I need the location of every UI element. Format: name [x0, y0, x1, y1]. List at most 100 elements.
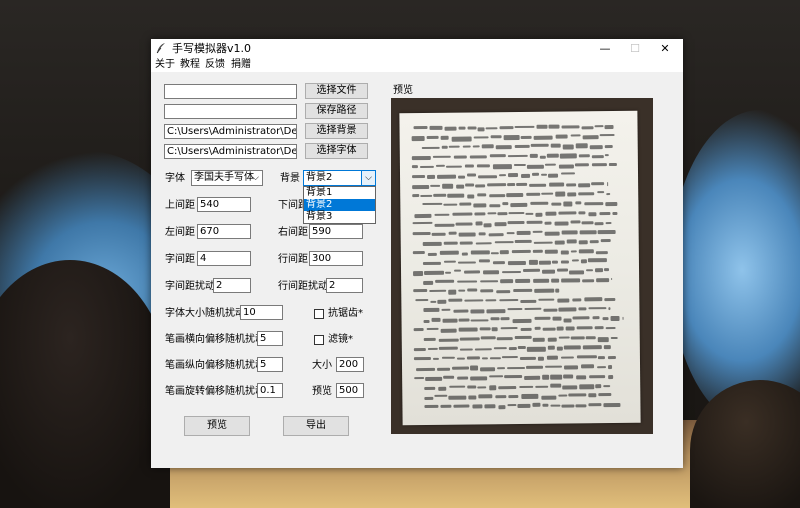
handwriting-stroke	[434, 223, 455, 227]
handwriting-stroke	[561, 172, 575, 175]
menu-about[interactable]: 关于	[155, 58, 175, 72]
select-file-button[interactable]: 选择文件	[305, 83, 368, 99]
handwriting-stroke	[561, 230, 578, 235]
select-background-button[interactable]: 选择背景	[305, 123, 368, 139]
char-jitter-input[interactable]: 2	[213, 278, 251, 293]
size-input[interactable]: 200	[336, 357, 364, 372]
handwriting-stroke	[448, 395, 466, 400]
text-file-input[interactable]	[164, 84, 297, 99]
h-offset-input[interactable]: 5	[257, 331, 283, 346]
handwriting-stroke	[606, 192, 611, 195]
background-option-3[interactable]: 背景3	[304, 211, 375, 223]
handwriting-stroke	[605, 326, 616, 330]
handwriting-stroke	[423, 281, 433, 286]
handwriting-stroke	[592, 316, 600, 319]
char-spacing-input[interactable]: 4	[197, 251, 251, 266]
handwriting-stroke	[559, 153, 577, 159]
handwriting-stroke	[561, 125, 580, 129]
antialias-checkbox[interactable]	[314, 309, 324, 319]
handwriting-stroke	[520, 328, 532, 332]
background-path-input[interactable]: C:\Users\Administrator\Desktop\手	[164, 124, 297, 139]
filter-checkbox[interactable]	[314, 335, 324, 345]
font-path-input[interactable]: C:\Users\Administrator\Desktop\手	[164, 144, 297, 159]
handwriting-stroke	[495, 144, 513, 150]
handwriting-stroke	[413, 126, 428, 129]
handwriting-stroke	[544, 365, 562, 368]
handwriting-stroke	[433, 193, 447, 198]
handwriting-stroke	[468, 395, 477, 400]
background-option-1[interactable]: 背景1	[304, 187, 375, 199]
menu-feedback[interactable]: 反馈	[205, 58, 225, 72]
handwriting-stroke	[591, 154, 604, 159]
top-margin-input[interactable]: 540	[197, 197, 251, 212]
handwriting-stroke	[427, 252, 438, 256]
handwriting-stroke	[596, 277, 610, 283]
size-jitter-input[interactable]: 10	[240, 305, 283, 320]
handwriting-stroke	[443, 203, 458, 207]
menu-bar: 关于 教程 反馈 捐赠	[151, 58, 683, 72]
handwriting-stroke	[526, 220, 543, 224]
handwriting-stroke	[608, 162, 617, 166]
handwriting-stroke	[434, 394, 448, 398]
line-jitter-input[interactable]: 2	[326, 278, 363, 293]
handwriting-stroke	[479, 280, 499, 283]
font-select[interactable]: 李国夫手写体 ⌵	[191, 170, 263, 186]
handwriting-stroke	[531, 172, 539, 177]
preview-button[interactable]: 预览	[184, 416, 250, 436]
handwriting-stroke	[554, 240, 565, 245]
right-margin-input[interactable]: 590	[309, 224, 363, 239]
handwriting-stroke	[558, 336, 570, 339]
save-path-input[interactable]	[164, 104, 297, 119]
background-option-2[interactable]: 背景2	[304, 199, 375, 211]
handwriting-stroke	[467, 356, 481, 360]
handwriting-stroke	[612, 211, 618, 215]
preview-image	[391, 98, 653, 434]
rotation-input[interactable]: 0.1	[257, 383, 283, 398]
handwriting-stroke	[578, 240, 588, 245]
select-font-button[interactable]: 选择字体	[305, 143, 368, 159]
handwriting-stroke	[478, 259, 490, 263]
handwriting-stroke	[479, 289, 494, 293]
close-button[interactable]: ✕	[650, 39, 680, 58]
handwriting-stroke	[499, 279, 514, 284]
handwriting-stroke	[556, 326, 564, 331]
handwriting-stroke	[476, 385, 487, 389]
handwriting-stroke	[412, 175, 426, 179]
handwriting-stroke	[489, 194, 505, 198]
handwriting-stroke	[461, 252, 469, 256]
handwriting-stroke	[519, 299, 537, 304]
menu-donate[interactable]: 捐赠	[231, 58, 251, 72]
save-path-button[interactable]: 保存路径	[305, 103, 368, 119]
handwriting-stroke	[520, 394, 539, 399]
handwriting-stroke	[558, 164, 574, 169]
handwriting-stroke	[467, 194, 475, 199]
v-offset-input[interactable]: 5	[257, 357, 283, 372]
handwriting-stroke	[564, 345, 581, 350]
background-select[interactable]: 背景2 ⌵	[303, 170, 376, 186]
handwriting-stroke	[472, 404, 483, 409]
antialias-label: 抗锯齿*	[328, 308, 363, 319]
maximize-button[interactable]: ☐	[620, 39, 650, 58]
handwriting-stroke	[448, 289, 457, 295]
handwriting-stroke	[470, 319, 489, 322]
handwriting-stroke	[547, 153, 559, 158]
handwriting-stroke	[469, 155, 487, 159]
handwriting-stroke	[475, 221, 483, 226]
line-spacing-input[interactable]: 300	[309, 251, 363, 266]
handwriting-stroke	[510, 202, 528, 207]
handwriting-stroke	[575, 404, 587, 408]
handwriting-stroke	[455, 184, 464, 189]
menu-tutorial[interactable]: 教程	[180, 58, 200, 72]
handwriting-stroke	[561, 404, 575, 408]
handwriting-stroke	[477, 127, 485, 132]
handwriting-stroke	[414, 213, 432, 219]
minimize-button[interactable]: —	[590, 39, 620, 58]
handwriting-stroke	[483, 269, 500, 274]
export-button[interactable]: 导出	[283, 416, 349, 436]
handwriting-stroke	[507, 221, 525, 224]
handwriting-stroke	[443, 260, 457, 264]
handwriting-stroke	[489, 374, 504, 378]
left-margin-input[interactable]: 670	[197, 224, 251, 239]
preview-size-input[interactable]: 500	[336, 383, 364, 398]
handwriting-stroke	[428, 347, 438, 351]
